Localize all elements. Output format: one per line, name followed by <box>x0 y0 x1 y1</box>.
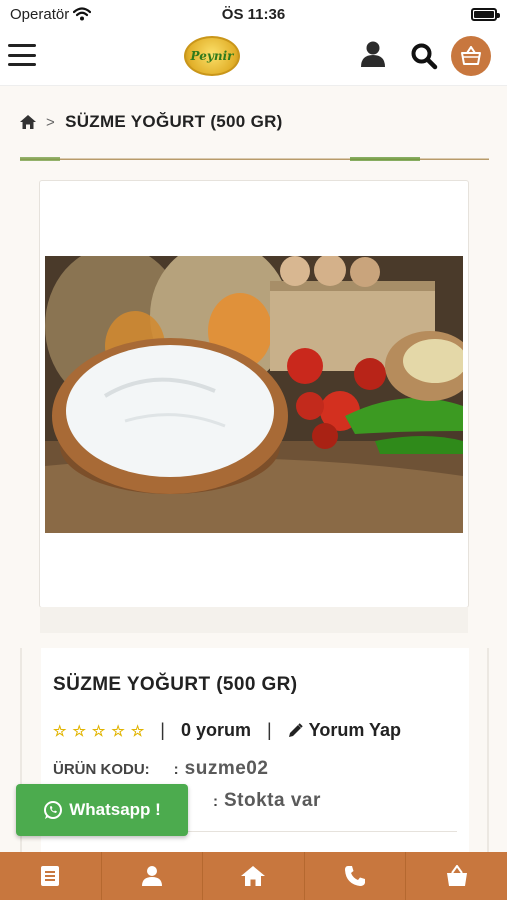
product-image-card <box>39 180 469 633</box>
app-header: Peynir <box>0 28 507 86</box>
nav-cart[interactable] <box>406 852 507 900</box>
nav-home[interactable] <box>203 852 305 900</box>
nav-account[interactable] <box>102 852 204 900</box>
product-code-colon: : <box>173 761 179 778</box>
cart-button[interactable] <box>451 36 491 76</box>
stock-colon: : <box>213 793 218 810</box>
whatsapp-label: Whatsapp ! <box>69 800 161 819</box>
bottom-nav <box>0 852 507 900</box>
carrier-name: Operatör <box>10 5 70 23</box>
logo-text: Peynir <box>190 49 234 63</box>
review-count-link[interactable]: 0 yorum <box>181 720 251 741</box>
star-icon[interactable]: ☆ <box>92 722 105 740</box>
star-icon[interactable]: ☆ <box>111 722 124 740</box>
breadcrumb: > SÜZME YOĞURT (500 GR) <box>20 112 283 132</box>
breadcrumb-separator: > <box>46 113 56 131</box>
search-icon[interactable] <box>410 42 438 70</box>
product-code-row: ÜRÜN KODU: : suzme02 <box>53 758 268 780</box>
separator: | <box>266 720 272 740</box>
rating-row: ☆ ☆ ☆ ☆ ☆ | 0 yorum | Yorum Yap <box>53 720 401 741</box>
decorative-divider <box>20 157 489 161</box>
stock-row: : Stokta var <box>213 790 321 812</box>
product-code-label: ÜRÜN KODU: <box>53 761 150 778</box>
breadcrumb-current: SÜZME YOĞURT (500 GR) <box>65 112 283 131</box>
product-title: SÜZME YOĞURT (500 GR) <box>53 674 298 695</box>
status-bar: Operatör ÖS 11:36 <box>0 0 507 28</box>
write-review-label: Yorum Yap <box>308 720 402 740</box>
product-code-value: suzme02 <box>184 758 269 779</box>
basket-icon <box>461 46 481 65</box>
whatsapp-button[interactable]: Whatsapp ! <box>16 784 188 836</box>
battery-icon <box>471 7 500 21</box>
card-shadow <box>40 607 468 633</box>
menu-icon[interactable] <box>8 44 36 66</box>
star-icon[interactable]: ☆ <box>53 722 66 740</box>
nav-categories[interactable] <box>0 852 102 900</box>
stock-status: Stokta var <box>224 790 321 811</box>
basket-icon <box>446 865 467 886</box>
separator: | <box>160 720 165 740</box>
product-photo[interactable] <box>45 256 463 533</box>
wifi-icon <box>73 7 92 21</box>
user-icon <box>141 866 162 886</box>
whatsapp-icon <box>44 801 63 819</box>
pencil-icon <box>288 723 303 737</box>
rating-stars[interactable]: ☆ ☆ ☆ ☆ ☆ <box>53 722 144 740</box>
list-icon <box>41 866 60 886</box>
home-icon[interactable] <box>20 115 36 129</box>
nav-phone[interactable] <box>305 852 407 900</box>
carrier-info: Operatör <box>10 5 92 23</box>
phone-icon <box>345 866 366 886</box>
star-icon[interactable]: ☆ <box>131 722 144 740</box>
user-icon[interactable] <box>360 40 386 68</box>
home-icon <box>241 866 266 886</box>
write-review-link[interactable]: Yorum Yap <box>288 720 401 741</box>
brand-logo[interactable]: Peynir <box>184 36 240 76</box>
star-icon[interactable]: ☆ <box>72 722 85 740</box>
